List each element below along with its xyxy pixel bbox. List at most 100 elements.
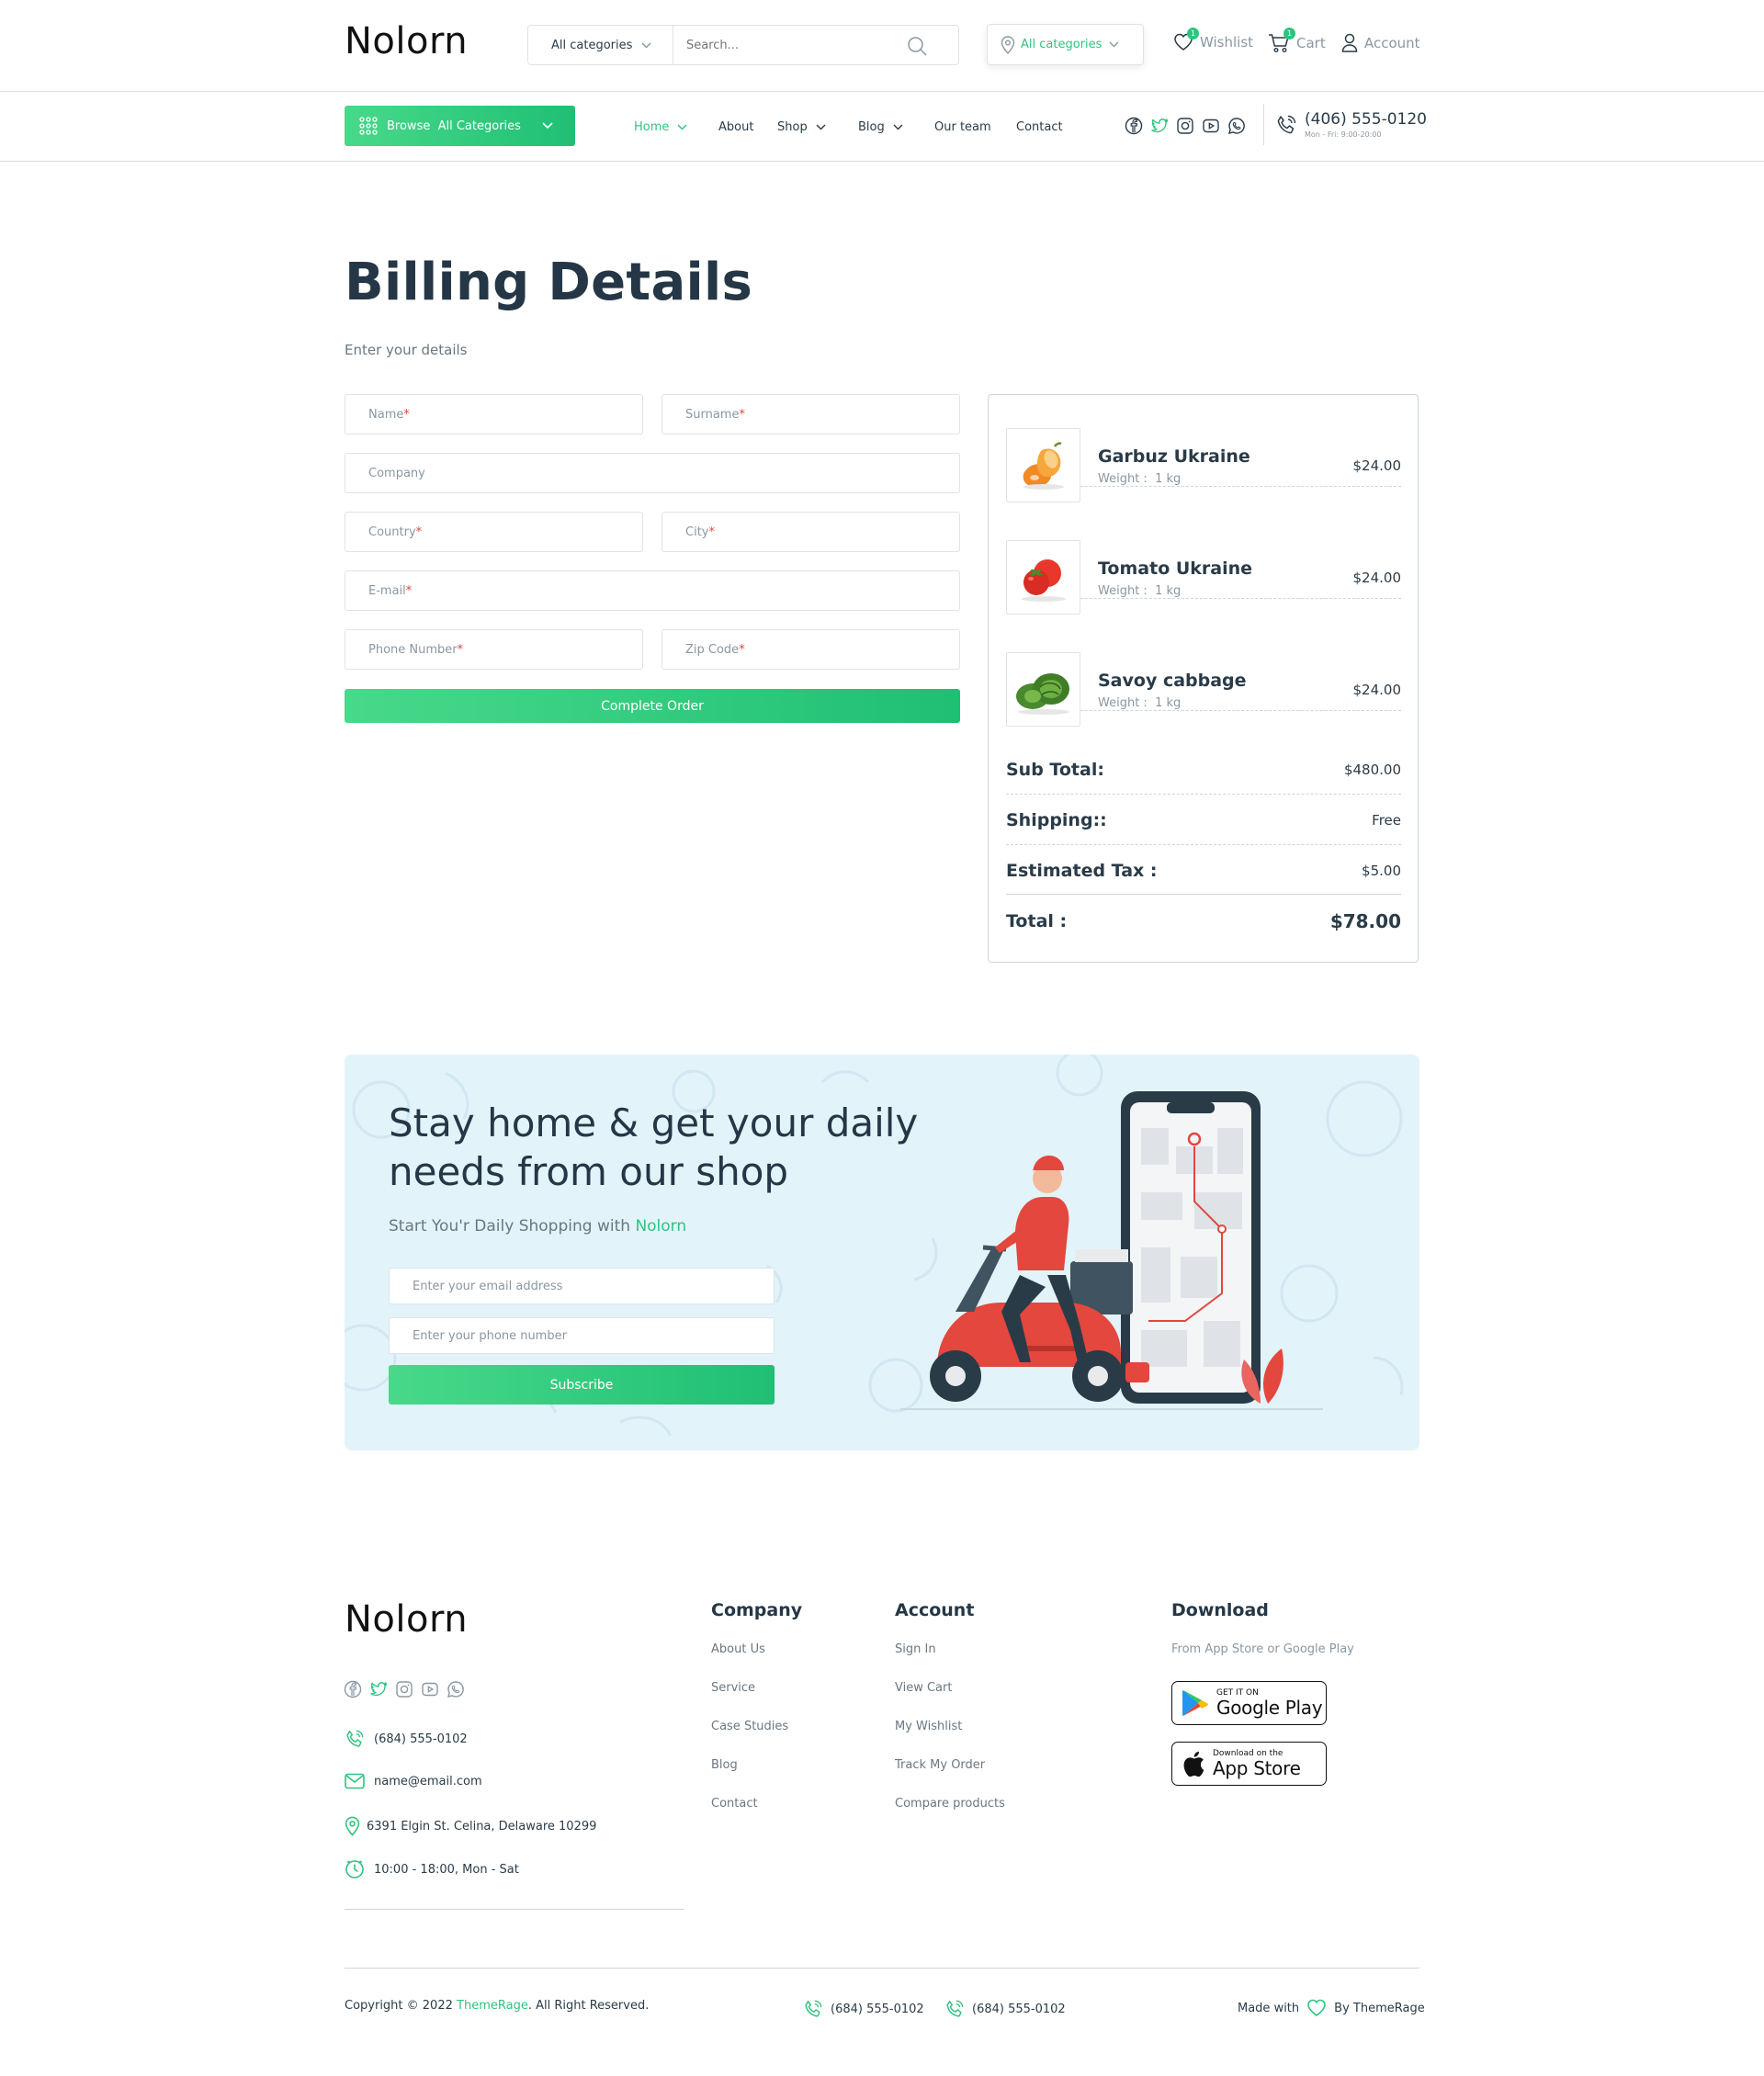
account-link[interactable]: Account <box>1341 33 1420 52</box>
tomato-icon[interactable] <box>1006 540 1080 615</box>
footer-email[interactable]: name@email.com <box>345 1773 482 1789</box>
wishlist-label: Wishlist <box>1200 34 1254 51</box>
pumpkin-icon[interactable] <box>1006 428 1080 502</box>
nav-item-label: Blog <box>858 120 885 134</box>
promo-banner: Stay home & get your daily needs from ou… <box>345 1055 1419 1450</box>
nav-item-blog[interactable]: Blog <box>858 120 903 134</box>
clock-icon <box>345 1859 365 1879</box>
phone-field[interactable]: Phone Number * <box>345 629 643 670</box>
field-placeholder: City <box>685 525 709 539</box>
footer-phone[interactable]: (684) 555-0102 <box>345 1729 468 1749</box>
location-pin-icon <box>345 1816 360 1836</box>
footer-link-compare-products[interactable]: Compare products <box>895 1797 1005 1811</box>
apple-icon <box>1182 1750 1205 1777</box>
summary-item-price: $24.00 <box>1352 682 1402 698</box>
location-select[interactable]: All categories <box>987 24 1144 65</box>
search-icon[interactable] <box>907 36 927 56</box>
app-store-button[interactable]: Download on the App Store <box>1171 1742 1327 1786</box>
search-category-select[interactable]: All categories <box>528 26 673 64</box>
surname-field[interactable]: Surname * <box>662 394 960 434</box>
app-store-big: App Store <box>1213 1757 1301 1779</box>
cart-link[interactable]: 1 Cart <box>1268 28 1326 53</box>
nav-item-about[interactable]: About <box>718 120 753 134</box>
footer-link-service[interactable]: Service <box>711 1681 755 1695</box>
promo-email-input[interactable]: Enter your email address <box>389 1268 775 1304</box>
wishlist-link[interactable]: 1 Wishlist <box>1173 28 1254 51</box>
facebook-icon[interactable] <box>1125 117 1143 135</box>
footer-download-subtitle: From App Store or Google Play <box>1171 1642 1354 1656</box>
chevron-down-icon <box>641 42 651 49</box>
footer-company-title: Company <box>711 1600 803 1620</box>
summary-item: Garbuz Ukraine Weight : 1 kg $24.00 <box>1006 395 1401 502</box>
heart-icon <box>1306 1999 1327 2017</box>
footer-address-text: 6391 Elgin St. Celina, Delaware 10299 <box>367 1819 597 1833</box>
total-row: Total : $78.00 <box>1006 910 1401 932</box>
required-mark: * <box>403 407 410 422</box>
social-links <box>1125 117 1246 135</box>
user-icon <box>1341 33 1358 52</box>
twitter-icon[interactable] <box>369 1680 388 1698</box>
facebook-icon[interactable] <box>344 1680 362 1698</box>
wishlist-count-badge: 1 <box>1187 28 1199 39</box>
twitter-icon[interactable] <box>1150 117 1169 135</box>
company-field[interactable]: Company <box>345 453 960 493</box>
promo-subtitle: Start You'r Daily Shopping with Nolorn <box>389 1217 686 1235</box>
header-phone[interactable]: (406) 555-0120 Mon - Fri: 9:00-20:00 <box>1263 104 1427 145</box>
tax-value: $5.00 <box>1362 863 1401 879</box>
phone-number: (406) 555-0120 <box>1305 110 1427 129</box>
google-play-button[interactable]: GET IT ON Google Play <box>1171 1681 1327 1725</box>
browse-categories-button[interactable]: Browse All Categories <box>345 106 575 146</box>
nav-item-home[interactable]: Home <box>634 120 687 134</box>
zip-code-field[interactable]: Zip Code * <box>662 629 960 670</box>
required-mark: * <box>739 642 745 657</box>
email-field[interactable]: E-mail * <box>345 570 960 611</box>
instagram-icon[interactable] <box>395 1680 413 1698</box>
instagram-icon[interactable] <box>1176 117 1194 135</box>
footer-phone-text: (684) 555-0102 <box>374 1732 468 1746</box>
footer-link-track-order[interactable]: Track My Order <box>895 1758 985 1772</box>
phone-icon <box>1275 114 1297 136</box>
nav-item-contact[interactable]: Contact <box>1016 120 1063 134</box>
location-pin-icon <box>1001 35 1015 54</box>
nav-item-our-team[interactable]: Our team <box>934 120 991 134</box>
footer-link-case-studies[interactable]: Case Studies <box>711 1720 788 1733</box>
subtotal-label: Sub Total: <box>1006 760 1104 780</box>
cart-icon: 1 <box>1268 28 1295 53</box>
name-field[interactable]: Name * <box>345 394 643 434</box>
logo[interactable]: Nolorn <box>345 20 468 62</box>
complete-order-button[interactable]: Complete Order <box>345 689 960 723</box>
promo-brand: Nolorn <box>635 1217 687 1235</box>
footer-link-blog[interactable]: Blog <box>711 1758 738 1772</box>
total-value: $78.00 <box>1329 910 1401 932</box>
made-with-text: Made with <box>1238 2001 1300 2015</box>
whatsapp-icon[interactable] <box>1227 117 1246 135</box>
country-field[interactable]: Country * <box>345 512 643 552</box>
bottom-phone-2[interactable]: (684) 555-0102 <box>944 1999 1066 2019</box>
footer-link-view-cart[interactable]: View Cart <box>895 1681 952 1695</box>
field-placeholder: Company <box>368 466 425 480</box>
field-placeholder: E-mail <box>368 583 406 598</box>
required-mark: * <box>457 642 464 657</box>
summary-item: Tomato Ukraine Weight : 1 kg $24.00 <box>1006 507 1401 615</box>
city-field[interactable]: City * <box>662 512 960 552</box>
divider <box>345 1909 684 1910</box>
footer-link-sign-in[interactable]: Sign In <box>895 1642 936 1656</box>
search-box: All categories <box>527 25 959 65</box>
youtube-icon[interactable] <box>1202 117 1220 135</box>
whatsapp-icon[interactable] <box>447 1680 465 1698</box>
footer-logo[interactable]: Nolorn <box>345 1598 468 1641</box>
cabbage-icon[interactable] <box>1006 652 1080 727</box>
google-play-big: Google Play <box>1216 1697 1323 1719</box>
footer-link-contact[interactable]: Contact <box>711 1797 758 1811</box>
promo-subtitle-text: Start You'r Daily Shopping with <box>389 1217 636 1235</box>
footer-link-my-wishlist[interactable]: My Wishlist <box>895 1720 962 1733</box>
heart-icon: 1 <box>1173 28 1199 51</box>
subscribe-button[interactable]: Subscribe <box>389 1365 775 1405</box>
copyright-brand-link[interactable]: ThemeRage <box>457 1999 528 2013</box>
promo-phone-input[interactable]: Enter your phone number <box>389 1317 775 1354</box>
nav-item-label: About <box>718 120 754 134</box>
nav-item-shop[interactable]: Shop <box>777 120 826 134</box>
footer-link-about-us[interactable]: About Us <box>711 1642 765 1656</box>
youtube-icon[interactable] <box>421 1680 439 1698</box>
bottom-phone-1[interactable]: (684) 555-0102 <box>803 1999 924 2019</box>
